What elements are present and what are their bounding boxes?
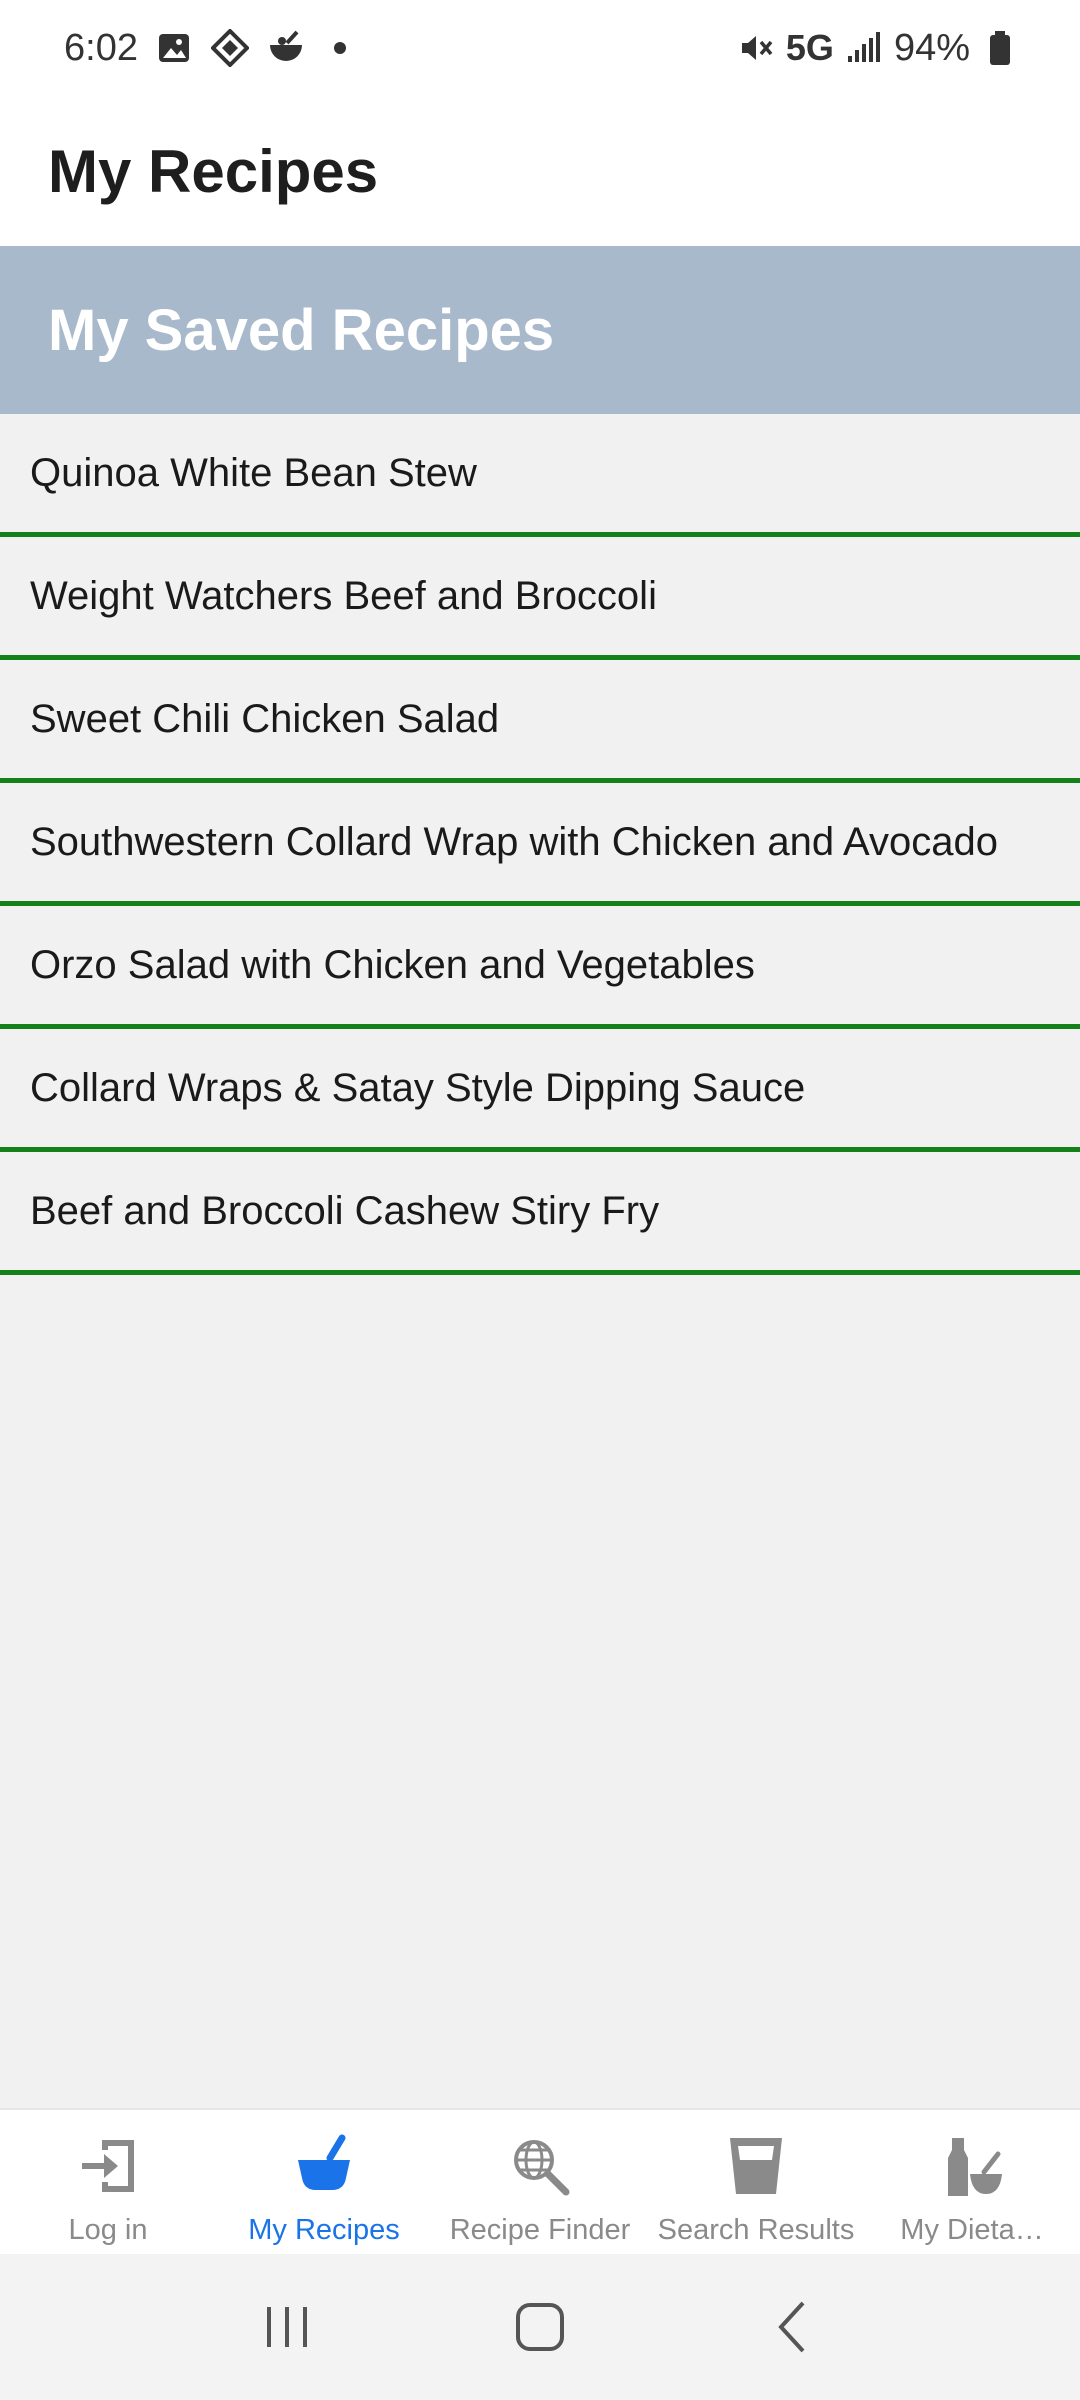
bottom-tab-bar: Log in My Recipes Recipe Finder Search R… [0, 2108, 1080, 2254]
recipe-title: Weight Watchers Beef and Broccoli [30, 573, 657, 618]
tab-my-dietary[interactable]: My Dieta… [864, 2110, 1080, 2254]
status-left: 6:02 [64, 27, 346, 70]
tab-my-recipes[interactable]: My Recipes [216, 2110, 432, 2254]
recipe-item[interactable]: Quinoa White Bean Stew [0, 414, 1080, 537]
network-type: 5G [785, 27, 834, 68]
tab-label: Search Results [657, 2214, 855, 2246]
notification-dot [333, 42, 346, 54]
battery-percent: 94% [893, 26, 970, 69]
gallery-icon [154, 28, 194, 68]
recipe-title: Beef and Broccoli Cashew Stiry Fry [30, 1188, 660, 1233]
signal-icon [844, 28, 884, 68]
status-time: 6:02 [64, 26, 138, 69]
login-icon [72, 2130, 144, 2202]
tab-recipe-finder[interactable]: Recipe Finder [432, 2110, 648, 2254]
recipe-title: Southwestern Collard Wrap with Chicken a… [30, 819, 998, 864]
bowl-app-icon [266, 28, 306, 68]
back-icon[interactable] [753, 2287, 833, 2367]
recipe-title: Collard Wraps & Satay Style Dipping Sauc… [30, 1065, 806, 1110]
recipe-item[interactable]: Collard Wraps & Satay Style Dipping Sauc… [0, 1029, 1080, 1152]
recipe-title: Quinoa White Bean Stew [30, 450, 477, 495]
tab-log-in[interactable]: Log in [0, 2110, 216, 2254]
home-icon[interactable] [500, 2287, 580, 2367]
status-bar: 6:02 5G 94% [0, 0, 1080, 96]
mortar-pestle-icon [288, 2130, 360, 2202]
system-nav-bar [0, 2254, 1080, 2400]
page-title: My Recipes [48, 137, 379, 205]
app-header: My Recipes [0, 96, 1080, 246]
recents-icon[interactable] [247, 2287, 327, 2367]
status-right: 5G 94% [736, 27, 1020, 70]
tab-label: My Recipes [248, 2214, 400, 2246]
diamond-app-icon [210, 28, 250, 68]
glass-icon [720, 2130, 792, 2202]
tab-label: Recipe Finder [449, 2214, 631, 2246]
recipe-item[interactable]: Weight Watchers Beef and Broccoli [0, 537, 1080, 660]
recipe-item[interactable]: Orzo Salad with Chicken and Vegetables [0, 906, 1080, 1029]
section-title: My Saved Recipes [48, 297, 555, 363]
mute-icon [736, 28, 776, 68]
tab-label: My Dieta… [900, 2214, 1044, 2246]
globe-search-icon [504, 2130, 576, 2202]
tab-search-results[interactable]: Search Results [648, 2110, 864, 2254]
section-banner: My Saved Recipes [0, 246, 1080, 414]
recipe-title: Sweet Chili Chicken Salad [30, 696, 500, 741]
battery-icon [980, 28, 1020, 68]
tab-label: Log in [68, 2214, 148, 2246]
recipe-item[interactable]: Beef and Broccoli Cashew Stiry Fry [0, 1152, 1080, 1275]
recipe-item[interactable]: Southwestern Collard Wrap with Chicken a… [0, 783, 1080, 906]
recipe-item[interactable]: Sweet Chili Chicken Salad [0, 660, 1080, 783]
bottle-bowl-icon [936, 2130, 1008, 2202]
recipe-title: Orzo Salad with Chicken and Vegetables [30, 942, 755, 987]
recipe-list: Quinoa White Bean Stew Weight Watchers B… [0, 414, 1080, 1275]
